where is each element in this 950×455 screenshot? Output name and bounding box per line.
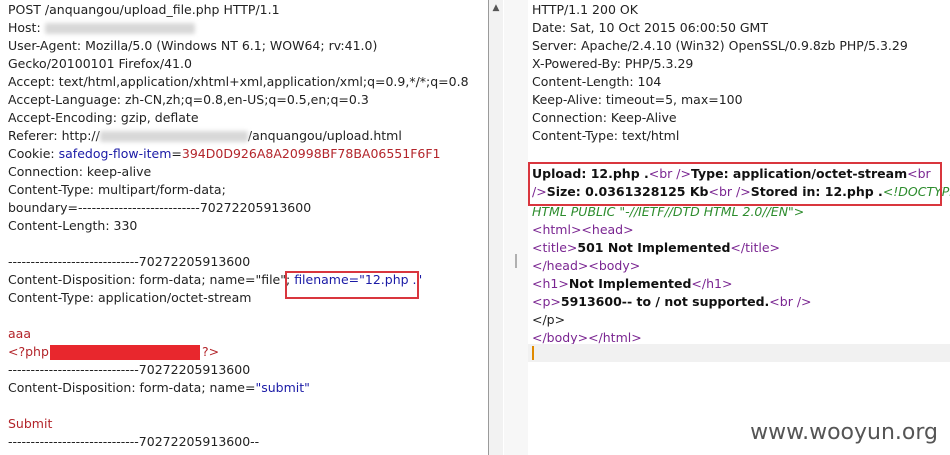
- date-header: Date: Sat, 10 Oct 2015 06:00:50 GMT: [532, 20, 768, 35]
- accept-header: Accept: text/html,application/xhtml+xml,…: [8, 74, 469, 89]
- cookie-header: Cookie: safedog-flow-item=394D0D926A8A20…: [8, 146, 441, 161]
- submit-value: Submit: [8, 416, 53, 431]
- html-head-open: <html><head>: [532, 222, 634, 237]
- referer-header: Referer: http:///anquangou/upload.html: [8, 128, 402, 143]
- splitter-grip-icon[interactable]: [515, 254, 517, 268]
- content-disposition-submit: Content-Disposition: form-data; name="su…: [8, 380, 310, 395]
- scroll-up-arrow-icon[interactable]: ▲: [491, 2, 501, 14]
- part-content-type: Content-Type: application/octet-stream: [8, 290, 252, 305]
- watermark: www.wooyun.org: [750, 420, 938, 445]
- boundary-separator-2: -----------------------------70272205913…: [8, 362, 251, 377]
- content-type-header: Content-Type: multipart/form-data;: [8, 182, 226, 197]
- status-line: HTTP/1.1 200 OK: [532, 2, 638, 17]
- filename-highlight-box: [285, 271, 419, 299]
- boundary-separator-1: -----------------------------70272205913…: [8, 254, 251, 269]
- keep-alive-header: Keep-Alive: timeout=5, max=100: [532, 92, 743, 107]
- response-horizontal-scrollbar[interactable]: [528, 344, 950, 362]
- request-line: POST /anquangou/upload_file.php HTTP/1.1: [8, 2, 280, 17]
- php-payload-line: <?php: [8, 344, 49, 359]
- content-length-header: Content-Length: 330: [8, 218, 138, 233]
- p-line: <p>5913600-- to / not supported.<br />: [532, 294, 812, 309]
- text-cursor: [532, 346, 534, 360]
- user-agent-header: User-Agent: Mozilla/5.0 (Windows NT 6.1;…: [8, 38, 378, 53]
- boundary-line: boundary=---------------------------7027…: [8, 200, 312, 215]
- host-header: Host:: [8, 19, 195, 37]
- split-gutter[interactable]: [504, 0, 528, 455]
- response-pane[interactable]: HTTP/1.1 200 OK Date: Sat, 10 Oct 2015 0…: [528, 0, 950, 455]
- connection-header: Connection: Keep-Alive: [532, 110, 677, 125]
- x-powered-by-header: X-Powered-By: PHP/5.3.29: [532, 56, 694, 71]
- cookie-name: safedog-flow-item: [58, 146, 172, 161]
- user-agent-cont: Gecko/20100101 Firefox/41.0: [8, 56, 192, 71]
- head-close-body-open: </head><body>: [532, 258, 641, 273]
- title-line: <title>501 Not Implemented</title>: [532, 240, 781, 255]
- redacted-php-code: [50, 345, 200, 360]
- upload-result-highlight-box: [528, 162, 942, 206]
- connection-header: Connection: keep-alive: [8, 164, 152, 179]
- doctype-line: HTML PUBLIC "-//IETF//DTD HTML 2.0//EN">: [532, 204, 805, 219]
- php-close-tag: ?>: [202, 344, 220, 359]
- h1-line: <h1>Not Implemented</h1>: [532, 276, 733, 291]
- request-pane[interactable]: POST /anquangou/upload_file.php HTTP/1.1…: [0, 0, 488, 455]
- p-close-line: </p>: [532, 312, 566, 327]
- boundary-separator-end: -----------------------------70272205913…: [8, 434, 260, 449]
- content-length-header: Content-Length: 104: [532, 74, 662, 89]
- accept-encoding-header: Accept-Encoding: gzip, deflate: [8, 110, 199, 125]
- request-vertical-scrollbar[interactable]: ▲: [489, 0, 503, 455]
- content-type-header: Content-Type: text/html: [532, 128, 680, 143]
- redacted-referer-host: [99, 131, 248, 142]
- payload-aaa: aaa: [8, 326, 31, 341]
- server-header: Server: Apache/2.4.10 (Win32) OpenSSL/0.…: [532, 38, 908, 53]
- cookie-value: 394D0D926A8A20998BF78BA06551F6F1: [181, 146, 441, 161]
- redacted-host: [44, 23, 195, 34]
- accept-language-header: Accept-Language: zh-CN,zh;q=0.8,en-US;q=…: [8, 92, 369, 107]
